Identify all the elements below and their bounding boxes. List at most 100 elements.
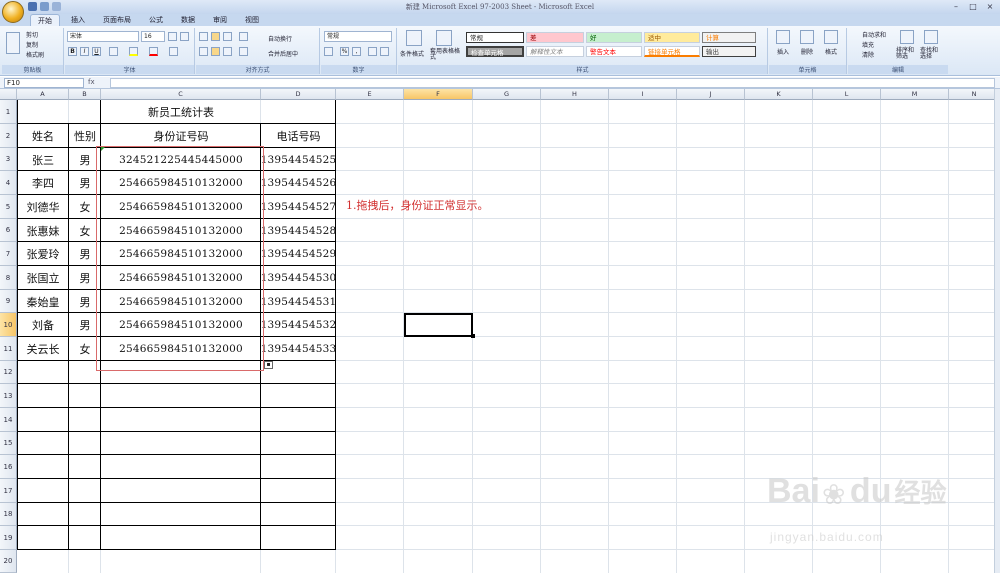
font-size-select[interactable]: 16 (141, 31, 165, 42)
style-good[interactable]: 好 (586, 32, 642, 43)
office-button[interactable] (2, 1, 24, 23)
insert-cells-icon[interactable] (776, 30, 790, 44)
sort-filter-icon[interactable] (900, 30, 914, 44)
name-box[interactable]: F10 (4, 78, 84, 88)
sheet-title[interactable]: 新员工统计表 (101, 100, 261, 124)
column-header-h[interactable]: H (541, 89, 609, 100)
column-header-i[interactable]: I (609, 89, 677, 100)
insert-cells-button[interactable]: 插入 (777, 47, 789, 56)
cell-phone[interactable]: 13954454528 (261, 219, 336, 242)
percent-button[interactable]: % (340, 47, 349, 56)
cut-button[interactable]: 剪切 (26, 30, 38, 39)
column-header-j[interactable]: J (677, 89, 745, 100)
cell-id-number[interactable]: 254665984510132000 (101, 313, 261, 337)
cell-name[interactable]: 张惠妹 (17, 219, 69, 242)
increase-decimal-icon[interactable] (368, 47, 377, 56)
style-explanatory[interactable]: 解释性文本 (526, 46, 584, 57)
cell-name[interactable]: 李四 (17, 171, 69, 195)
fill-handle[interactable] (471, 334, 475, 338)
conditional-format-icon[interactable] (406, 30, 422, 46)
row-header-14[interactable]: 14 (0, 408, 17, 432)
align-middle-icon[interactable] (211, 32, 220, 41)
insert-function-icon[interactable]: fx (88, 78, 108, 88)
style-output[interactable]: 输出 (702, 46, 756, 57)
format-cells-button[interactable]: 格式 (825, 47, 837, 56)
row-header-16[interactable]: 16 (0, 455, 17, 479)
row-header-4[interactable]: 4 (0, 171, 17, 195)
cell-gender[interactable]: 男 (69, 242, 101, 266)
cell-gender[interactable]: 男 (69, 290, 101, 313)
format-cells-icon[interactable] (824, 30, 838, 44)
tab-home[interactable]: 开始 (30, 14, 60, 26)
cell-phone[interactable]: 13954454525 (261, 148, 336, 171)
indent-icon[interactable] (239, 47, 248, 56)
minimize-button[interactable]: – (950, 2, 962, 11)
column-header-k[interactable]: K (745, 89, 813, 100)
row-header-10[interactable]: 10 (0, 313, 17, 337)
italic-button[interactable]: I (80, 47, 89, 56)
underline-button[interactable]: U (92, 47, 101, 56)
cell-name[interactable]: 刘德华 (17, 195, 69, 219)
font-name-select[interactable]: 宋体 (67, 31, 139, 42)
grow-font-icon[interactable] (168, 32, 177, 41)
row-header-2[interactable]: 2 (0, 124, 17, 148)
cell-id-number[interactable]: 254665984510132000 (101, 290, 261, 313)
table-format-button[interactable]: 套用表格格式 (430, 49, 464, 61)
cell-name[interactable]: 张国立 (17, 266, 69, 290)
column-header-b[interactable]: B (69, 89, 101, 100)
cell-gender[interactable]: 男 (69, 313, 101, 337)
tab-page-layout[interactable]: 页面布局 (96, 14, 138, 26)
cell-gender[interactable]: 女 (69, 219, 101, 242)
row-header-5[interactable]: 5 (0, 195, 17, 219)
cell-id-number[interactable]: 254665984510132000 (101, 195, 261, 219)
cell-id-number[interactable]: 324521225445445000 (101, 148, 261, 171)
cell-phone[interactable]: 13954454530 (261, 266, 336, 290)
style-bad[interactable]: 差 (526, 32, 584, 43)
align-left-icon[interactable] (199, 47, 208, 56)
align-right-icon[interactable] (223, 47, 232, 56)
header-name[interactable]: 姓名 (17, 124, 69, 148)
style-calculation[interactable]: 计算 (702, 32, 756, 43)
column-header-a[interactable]: A (17, 89, 69, 100)
autofill-options-icon[interactable]: ▪ (264, 361, 273, 369)
currency-icon[interactable] (324, 47, 333, 56)
row-header-7[interactable]: 7 (0, 242, 17, 266)
conditional-format-button[interactable]: 条件格式 (400, 49, 424, 58)
cell-gender[interactable]: 男 (69, 171, 101, 195)
row-header-6[interactable]: 6 (0, 219, 17, 242)
tab-insert[interactable]: 插入 (64, 14, 92, 26)
header-phone[interactable]: 电话号码 (261, 124, 336, 148)
row-header-12[interactable]: 12 (0, 361, 17, 384)
wrap-text-button[interactable]: 自动换行 (268, 34, 292, 43)
font-color-icon[interactable] (149, 47, 158, 56)
tab-data[interactable]: 数据 (174, 14, 202, 26)
bold-button[interactable]: B (68, 47, 77, 56)
cell-phone[interactable]: 13954454533 (261, 337, 336, 361)
cell-name[interactable]: 张爱玲 (17, 242, 69, 266)
tab-review[interactable]: 审阅 (206, 14, 234, 26)
column-header-e[interactable]: E (336, 89, 404, 100)
cell-phone[interactable]: 13954454531 (261, 290, 336, 313)
fill-button[interactable]: 填充 (862, 40, 874, 49)
row-header-20[interactable]: 20 (0, 550, 17, 573)
column-header-n[interactable]: N (949, 89, 1000, 100)
row-header-3[interactable]: 3 (0, 148, 17, 171)
cell-id-number[interactable]: 254665984510132000 (101, 266, 261, 290)
table-format-icon[interactable] (436, 30, 452, 46)
column-header-c[interactable]: C (101, 89, 261, 100)
cell-id-number[interactable]: 254665984510132000 (101, 242, 261, 266)
cell-phone[interactable]: 13954454529 (261, 242, 336, 266)
column-header-g[interactable]: G (473, 89, 541, 100)
active-cell[interactable] (404, 313, 473, 337)
style-warning[interactable]: 警告文本 (586, 46, 642, 57)
style-linked[interactable]: 链接单元格 (644, 46, 700, 57)
align-bottom-icon[interactable] (223, 32, 232, 41)
cell-phone[interactable]: 13954454527 (261, 195, 336, 219)
row-header-8[interactable]: 8 (0, 266, 17, 290)
sort-filter-button[interactable]: 排序和筛选 (896, 48, 916, 60)
clear-button[interactable]: 清除 (862, 50, 874, 59)
header-gender[interactable]: 性别 (69, 124, 101, 148)
row-header-18[interactable]: 18 (0, 503, 17, 526)
format-painter-button[interactable]: 格式刷 (26, 50, 44, 59)
find-select-icon[interactable] (924, 30, 938, 44)
